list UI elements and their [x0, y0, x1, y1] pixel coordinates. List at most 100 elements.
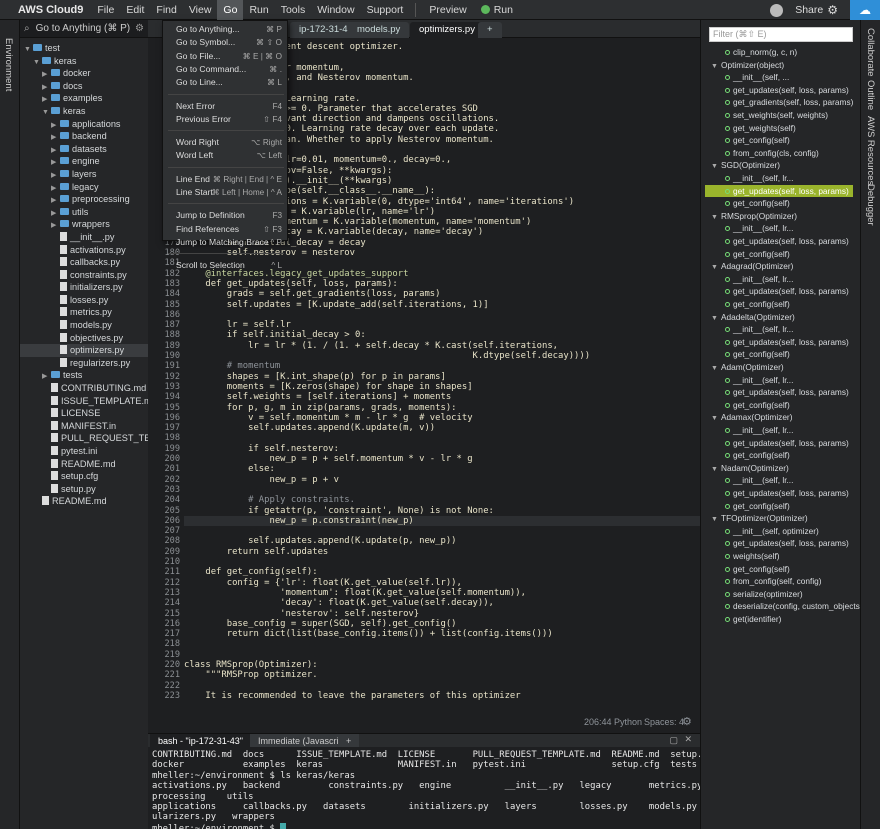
go-menu-item[interactable]: Next Error F4: [163, 100, 289, 113]
outline-method[interactable]: set_weights(self, weights): [705, 109, 853, 122]
outline-method[interactable]: clip_norm(g, c, n): [705, 46, 853, 59]
tree-file[interactable]: constraints.py: [20, 269, 148, 282]
outline-method[interactable]: get_updates(self, loss, params): [705, 235, 853, 248]
outline-method[interactable]: weights(self): [705, 550, 853, 563]
tree-file[interactable]: setup.py: [20, 483, 148, 496]
editor-tab[interactable]: optimizers.py: [410, 22, 484, 38]
tree-folder[interactable]: ▶ preprocessing: [20, 193, 148, 206]
terminal-tab[interactable]: bash - "ip-172-31-43": [150, 734, 251, 748]
indent-setting[interactable]: Spaces: 4: [644, 717, 684, 727]
tree-folder[interactable]: ▼ keras: [20, 105, 148, 118]
cursor-position[interactable]: 206:44: [584, 717, 612, 727]
share-button[interactable]: Share: [795, 4, 823, 16]
outline-method[interactable]: get_updates(self, loss, params): [705, 184, 853, 198]
menu-item-go[interactable]: Go: [217, 0, 244, 20]
tree-folder[interactable]: ▶ legacy: [20, 181, 148, 194]
tree-folder[interactable]: ▶ wrappers: [20, 218, 148, 231]
outline-class[interactable]: ▼ Adam(Optimizer): [705, 361, 853, 374]
go-menu-item[interactable]: Go to File... ⌘ E | ⌘ O: [163, 50, 289, 63]
maximize-icon[interactable]: ▢: [669, 735, 678, 746]
tree-file[interactable]: models.py: [20, 319, 148, 332]
close-icon[interactable]: ✕: [684, 734, 692, 745]
outline-method[interactable]: deserialize(config, custom_objects...: [705, 600, 860, 613]
tree-file[interactable]: README.md: [20, 458, 148, 471]
avatar[interactable]: [770, 3, 784, 17]
outline-method[interactable]: get_config(self): [705, 248, 853, 261]
outline-method[interactable]: get(identifier): [705, 613, 853, 626]
tree-file[interactable]: README.md: [20, 495, 148, 508]
run-button[interactable]: Run: [474, 0, 520, 20]
new-terminal-button[interactable]: +: [338, 734, 360, 748]
menu-item-window[interactable]: Window: [311, 0, 360, 20]
outline-method[interactable]: get_updates(self, loss, params): [705, 437, 853, 450]
outline-method[interactable]: get_updates(self, loss, params): [705, 487, 853, 500]
outline-class[interactable]: ▼ RMSprop(Optimizer): [705, 210, 853, 223]
outline-method[interactable]: get_updates(self, loss, params): [705, 285, 853, 298]
settings-icon[interactable]: ⚙: [135, 23, 144, 34]
terminal[interactable]: CONTRIBUTING.md docs ISSUE_TEMPLATE.md L…: [148, 747, 700, 829]
go-menu-item[interactable]: Find References ⇧ F3: [163, 223, 289, 236]
outline-filter-input[interactable]: Filter (⌘⇧ E): [709, 27, 853, 42]
tree-file[interactable]: initializers.py: [20, 281, 148, 294]
preview-button[interactable]: Preview: [422, 0, 473, 20]
go-menu-item[interactable]: Word Right ⌥ Right: [163, 136, 289, 149]
tree-folder[interactable]: ▶ applications: [20, 118, 148, 131]
go-menu-item[interactable]: Jump to Definition F3: [163, 209, 289, 222]
outline-class[interactable]: ▼ Optimizer(object): [705, 59, 853, 72]
tree-folder[interactable]: ▶ docs: [20, 80, 148, 93]
tree-folder[interactable]: ▶ examples: [20, 92, 148, 105]
outline-method[interactable]: get_config(self): [705, 500, 853, 513]
outline-class[interactable]: ▼ Adagrad(Optimizer): [705, 260, 853, 273]
outline-method[interactable]: __init__(self, lr...: [705, 374, 853, 387]
terminal-tab[interactable]: Immediate (Javascri: [250, 734, 347, 748]
tree-folder[interactable]: ▼ test: [20, 42, 148, 55]
tree-file[interactable]: callbacks.py: [20, 256, 148, 269]
tree-file[interactable]: ISSUE_TEMPLATE.md: [20, 395, 148, 408]
outline-method[interactable]: get_updates(self, loss, params): [705, 336, 853, 349]
tree-file[interactable]: metrics.py: [20, 306, 148, 319]
outline-class[interactable]: ▼ TFOptimizer(Optimizer): [705, 512, 853, 525]
outline-method[interactable]: __init__(self, lr...: [705, 424, 853, 437]
outline-method[interactable]: get_updates(self, loss, params): [705, 537, 853, 550]
tree-file[interactable]: optimizers.py: [20, 344, 148, 357]
go-menu-item[interactable]: Scroll to Selection ^ L: [163, 259, 289, 272]
tree-folder[interactable]: ▶ docker: [20, 67, 148, 80]
menu-item-file[interactable]: File: [91, 0, 120, 20]
tab-collaborate[interactable]: Collaborate: [865, 28, 876, 77]
tab-debugger[interactable]: Debugger: [865, 184, 876, 226]
outline-method[interactable]: get_config(self): [705, 298, 853, 311]
tree-file[interactable]: pytest.ini: [20, 445, 148, 458]
outline-method[interactable]: __init__(self, ...: [705, 71, 853, 84]
outline-method[interactable]: get_gradients(self, loss, params): [705, 96, 853, 109]
outline-method[interactable]: get_updates(self, loss, params): [705, 386, 853, 399]
gear-icon[interactable]: ⚙: [827, 3, 838, 17]
outline-method[interactable]: get_config(self): [705, 399, 853, 412]
menu-item-run[interactable]: Run: [243, 0, 274, 20]
tree-file[interactable]: objectives.py: [20, 332, 148, 345]
menu-item-tools[interactable]: Tools: [275, 0, 312, 20]
tree-file[interactable]: regularizers.py: [20, 357, 148, 370]
tree-folder[interactable]: ▶ utils: [20, 206, 148, 219]
editor-tab[interactable]: models.py: [348, 22, 410, 38]
outline-method[interactable]: __init__(self, optimizer): [705, 525, 853, 538]
menu-item-edit[interactable]: Edit: [120, 0, 150, 20]
go-menu-item[interactable]: Go to Symbol... ⌘ ⇧ O: [163, 36, 289, 49]
outline-method[interactable]: from_config(cls, config): [705, 147, 853, 160]
tree-file[interactable]: LICENSE: [20, 407, 148, 420]
tree-folder[interactable]: ▶ tests: [20, 369, 148, 382]
tree-file[interactable]: __init__.py: [20, 231, 148, 244]
gear-icon[interactable]: ⚙: [682, 715, 692, 728]
outline-method[interactable]: get_config(self): [705, 134, 853, 147]
new-tab-button[interactable]: +: [478, 22, 502, 38]
go-menu-item[interactable]: Go to Anything... ⌘ P: [163, 23, 289, 36]
tree-folder[interactable]: ▶ layers: [20, 168, 148, 181]
go-menu-item[interactable]: Jump to Matching Brace ^ P: [163, 236, 289, 249]
outline-method[interactable]: get_config(self): [705, 563, 853, 576]
outline-class[interactable]: ▼ SGD(Optimizer): [705, 159, 853, 172]
go-menu-item[interactable]: Line End ⌘ Right | End | ^ E: [163, 173, 289, 186]
outline-method[interactable]: from_config(self, config): [705, 575, 853, 588]
outline-method[interactable]: __init__(self, lr...: [705, 273, 853, 286]
tree-folder[interactable]: ▶ datasets: [20, 143, 148, 156]
go-menu-item[interactable]: Go to Command... ⌘ .: [163, 63, 289, 76]
outline-class[interactable]: ▼ Nadam(Optimizer): [705, 462, 853, 475]
